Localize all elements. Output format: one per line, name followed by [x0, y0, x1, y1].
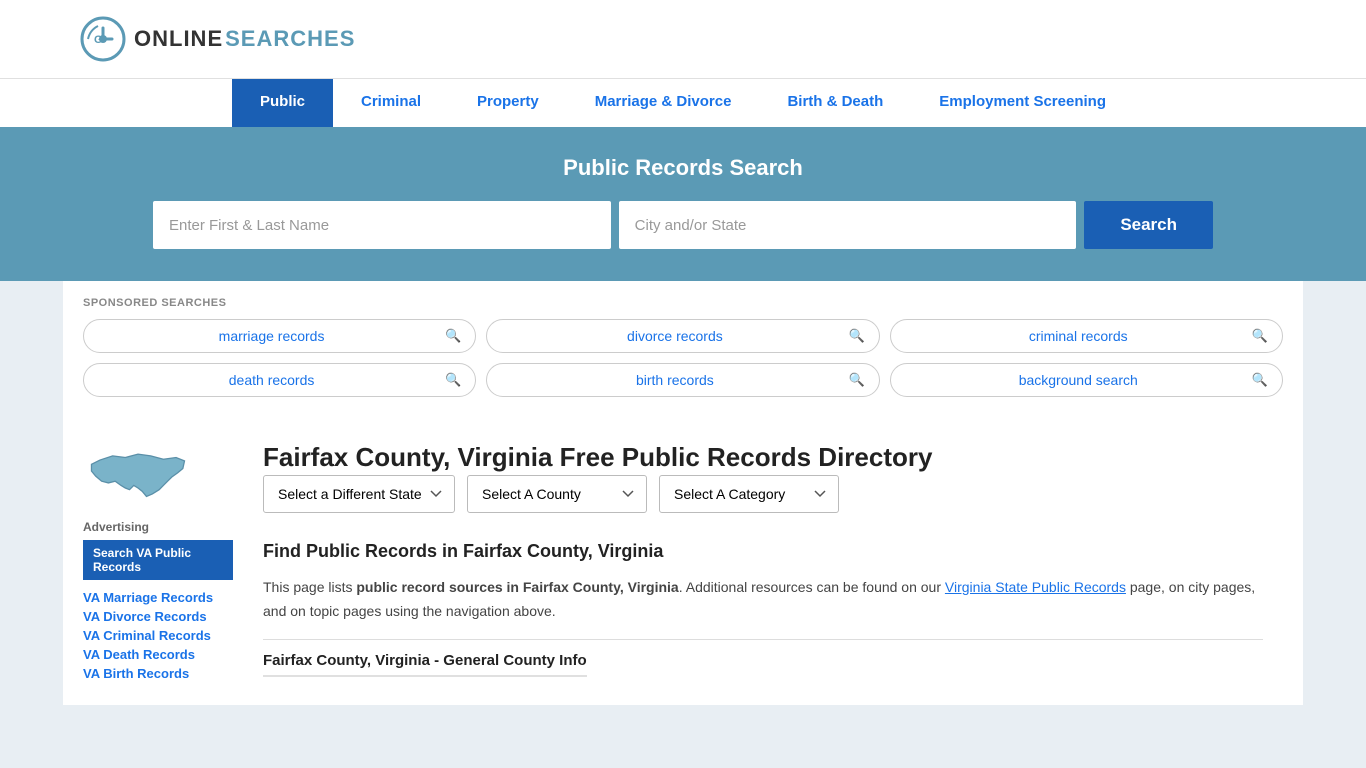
nav-item-criminal[interactable]: Criminal	[333, 79, 449, 127]
sponsored-tag-background[interactable]: background search 🔍	[890, 363, 1283, 397]
state-dropdown[interactable]: Select a Different State	[263, 475, 455, 513]
directory-content: Fairfax County, Virginia Free Public Rec…	[243, 417, 1283, 705]
sponsored-section: SPONSORED SEARCHES marriage records 🔍 di…	[63, 281, 1303, 417]
name-input[interactable]	[153, 201, 611, 249]
main-nav: Public Criminal Property Marriage & Divo…	[0, 78, 1366, 127]
county-info-title: Fairfax County, Virginia - General Count…	[263, 652, 587, 677]
nav-item-birth-death[interactable]: Birth & Death	[759, 79, 911, 127]
sponsored-grid: marriage records 🔍 divorce records 🔍 cri…	[83, 319, 1283, 397]
description-text: This page lists public record sources in…	[263, 576, 1263, 624]
logo-icon: G	[80, 16, 126, 62]
nav-item-marriage-divorce[interactable]: Marriage & Divorce	[567, 79, 760, 127]
search-banner-title: Public Records Search	[80, 155, 1286, 181]
sponsored-tag-divorce[interactable]: divorce records 🔍	[486, 319, 879, 353]
sidebar-search-button[interactable]: Search VA Public Records	[83, 540, 233, 580]
sidebar-link-criminal[interactable]: VA Criminal Records	[83, 628, 233, 643]
search-icon-3: 🔍	[1252, 328, 1268, 344]
location-input[interactable]	[619, 201, 1077, 249]
county-info-title-wrapper: Fairfax County, Virginia - General Count…	[263, 652, 1263, 669]
header: G ONLINE SEARCHES	[0, 0, 1366, 78]
nav-item-property[interactable]: Property	[449, 79, 567, 127]
search-icon-1: 🔍	[445, 328, 461, 344]
sponsored-tag-marriage[interactable]: marriage records 🔍	[83, 319, 476, 353]
svg-text:G: G	[94, 34, 103, 46]
sponsored-label: SPONSORED SEARCHES	[83, 297, 1283, 309]
search-banner: Public Records Search Search	[0, 127, 1366, 281]
sponsored-tag-criminal[interactable]: criminal records 🔍	[890, 319, 1283, 353]
search-icon-2: 🔍	[848, 328, 864, 344]
sidebar-link-birth[interactable]: VA Birth Records	[83, 666, 233, 681]
logo[interactable]: G ONLINE SEARCHES	[80, 16, 355, 62]
find-title: Find Public Records in Fairfax County, V…	[263, 541, 1263, 562]
category-dropdown[interactable]: Select A Category	[659, 475, 839, 513]
sidebar-advertising-label: Advertising	[83, 520, 233, 534]
dropdown-row: Select a Different State Select A County…	[263, 475, 1263, 513]
search-icon-5: 🔍	[848, 372, 864, 388]
va-state-link[interactable]: Virginia State Public Records	[945, 579, 1126, 595]
nav-item-employment[interactable]: Employment Screening	[911, 79, 1134, 127]
sidebar: Advertising Search VA Public Records VA …	[83, 417, 243, 705]
sidebar-link-death[interactable]: VA Death Records	[83, 647, 233, 662]
nav-item-public[interactable]: Public	[232, 79, 333, 127]
county-dropdown[interactable]: Select A County	[467, 475, 647, 513]
sponsored-tag-death[interactable]: death records 🔍	[83, 363, 476, 397]
virginia-state-map	[83, 437, 193, 517]
sidebar-link-marriage[interactable]: VA Marriage Records	[83, 590, 233, 605]
search-button[interactable]: Search	[1084, 201, 1213, 249]
search-icon-4: 🔍	[445, 372, 461, 388]
section-divider	[263, 639, 1263, 640]
search-form: Search	[153, 201, 1213, 249]
sponsored-tag-birth[interactable]: birth records 🔍	[486, 363, 879, 397]
sidebar-link-divorce[interactable]: VA Divorce Records	[83, 609, 233, 624]
search-icon-6: 🔍	[1252, 372, 1268, 388]
directory-title: Fairfax County, Virginia Free Public Rec…	[263, 441, 1263, 475]
main-layout: Advertising Search VA Public Records VA …	[63, 417, 1303, 705]
logo-text: ONLINE SEARCHES	[134, 26, 355, 52]
